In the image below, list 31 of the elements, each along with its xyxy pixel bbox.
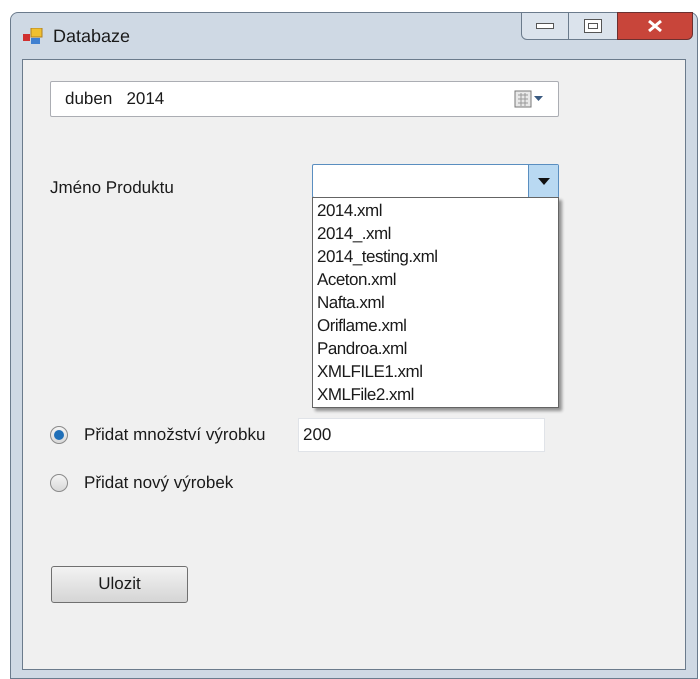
radio-button[interactable] xyxy=(50,426,68,444)
date-picker[interactable]: duben 2014 xyxy=(50,81,559,117)
radio-label[interactable]: Přidat nový výrobek xyxy=(84,470,298,496)
close-button[interactable] xyxy=(617,12,693,40)
save-button[interactable]: Ulozit xyxy=(51,566,188,602)
dropdown-option[interactable]: Pandroa.xml xyxy=(313,337,558,360)
dropdown-arrow-icon xyxy=(538,178,550,184)
minimize-icon xyxy=(536,23,554,29)
dropdown-option[interactable]: XMLFILE1.xml xyxy=(313,360,558,383)
radio-button[interactable] xyxy=(50,474,68,492)
product-combo[interactable] xyxy=(312,164,559,198)
dropdown-option[interactable]: Nafta.xml xyxy=(313,291,558,314)
dropdown-option[interactable]: Aceton.xml xyxy=(313,268,558,291)
maximize-icon xyxy=(584,19,602,33)
dropdown-option[interactable]: 2014_.xml xyxy=(313,222,558,245)
radio-label[interactable]: Přidat množství výrobku xyxy=(84,422,298,448)
maximize-button[interactable] xyxy=(569,12,617,40)
dropdown-option[interactable]: 2014.xml xyxy=(313,199,558,222)
quantity-value: 200 xyxy=(303,424,332,446)
app-icon xyxy=(23,28,43,44)
close-icon xyxy=(647,19,663,33)
dropdown-option[interactable]: 2014_testing.xml xyxy=(313,245,558,268)
dropdown-option[interactable]: Oriflame.xml xyxy=(313,314,558,337)
quantity-field[interactable]: 200 xyxy=(298,418,545,452)
calendar-dropdown-icon xyxy=(514,90,544,108)
product-label: Jméno Produktu xyxy=(50,177,175,199)
dropdown-button[interactable] xyxy=(528,165,558,197)
date-value: duben 2014 xyxy=(65,88,164,110)
window-title: Databaze xyxy=(53,24,130,48)
dropdown-option[interactable]: XMLFile2.xml xyxy=(313,383,558,406)
minimize-button[interactable] xyxy=(521,12,569,40)
